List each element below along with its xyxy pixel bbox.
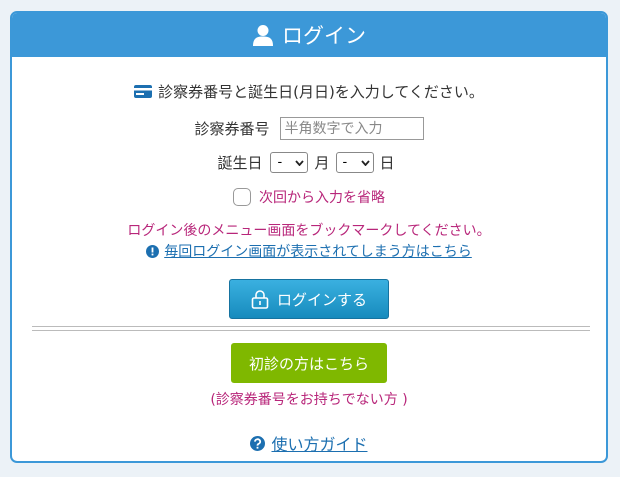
no-card-note: (診察券番号をお持ちでない方 ) <box>12 389 606 409</box>
first-visit-button-label: 初診の方はこちら <box>248 354 369 373</box>
login-help-link[interactable]: 毎回ログイン画面が表示されてしまう方はこちら <box>164 241 472 261</box>
chevron-down-icon <box>295 159 305 166</box>
page-title: ログイン <box>282 24 366 48</box>
instruction-row: 診察券番号と誕生日(月日)を入力してください。 <box>12 81 606 102</box>
user-guide-link[interactable]: 使い方ガイド <box>271 431 367 455</box>
skip-input-label[interactable]: 次回から入力を省略 <box>259 187 385 207</box>
login-button-row: ログインする <box>12 279 606 319</box>
birthday-label: 誕生日 <box>217 154 263 172</box>
info-icon <box>146 244 160 258</box>
patient-id-input[interactable] <box>279 117 424 140</box>
bookmark-notice-text: ログイン後のメニュー画面をブックマークしてください。 <box>127 223 491 239</box>
login-button-label: ログインする <box>276 290 367 309</box>
card-icon <box>134 85 153 98</box>
login-button[interactable]: ログインする <box>229 279 389 319</box>
first-visit-row: 初診の方はこちら <box>12 343 606 383</box>
patient-id-label: 診察券番号 <box>194 120 270 138</box>
no-card-note-text: (診察券番号をお持ちでない方 ) <box>210 392 408 408</box>
birth-day-select[interactable]: - <box>335 152 374 173</box>
bookmark-notice: ログイン後のメニュー画面をブックマークしてください。 <box>12 220 606 240</box>
day-unit-label: 日 <box>379 154 395 172</box>
first-visit-button[interactable]: 初診の方はこちら <box>231 343 387 383</box>
birthday-row: 誕生日 - 月 - 日 <box>12 152 606 173</box>
lock-icon <box>251 290 269 309</box>
guide-link-row: 使い方ガイド <box>12 431 606 455</box>
birth-month-select[interactable]: - <box>270 152 309 173</box>
skip-input-row: 次回から入力を省略 <box>12 187 606 207</box>
instruction-text: 診察券番号と誕生日(月日)を入力してください。 <box>158 83 484 101</box>
birth-day-value: - <box>342 155 348 170</box>
skip-input-checkbox[interactable] <box>233 188 251 206</box>
login-panel: ログイン 診察券番号と誕生日(月日)を入力してください。 診察券番号 誕生日 -… <box>10 11 608 463</box>
user-icon <box>253 25 273 46</box>
question-icon <box>250 435 266 451</box>
birth-month-value: - <box>277 155 283 170</box>
section-divider <box>32 326 590 331</box>
login-header: ログイン <box>12 13 606 57</box>
month-unit-label: 月 <box>314 154 330 172</box>
help-link-row: 毎回ログイン画面が表示されてしまう方はこちら <box>12 241 606 261</box>
patient-id-row: 診察券番号 <box>12 117 606 140</box>
chevron-down-icon <box>360 159 370 166</box>
